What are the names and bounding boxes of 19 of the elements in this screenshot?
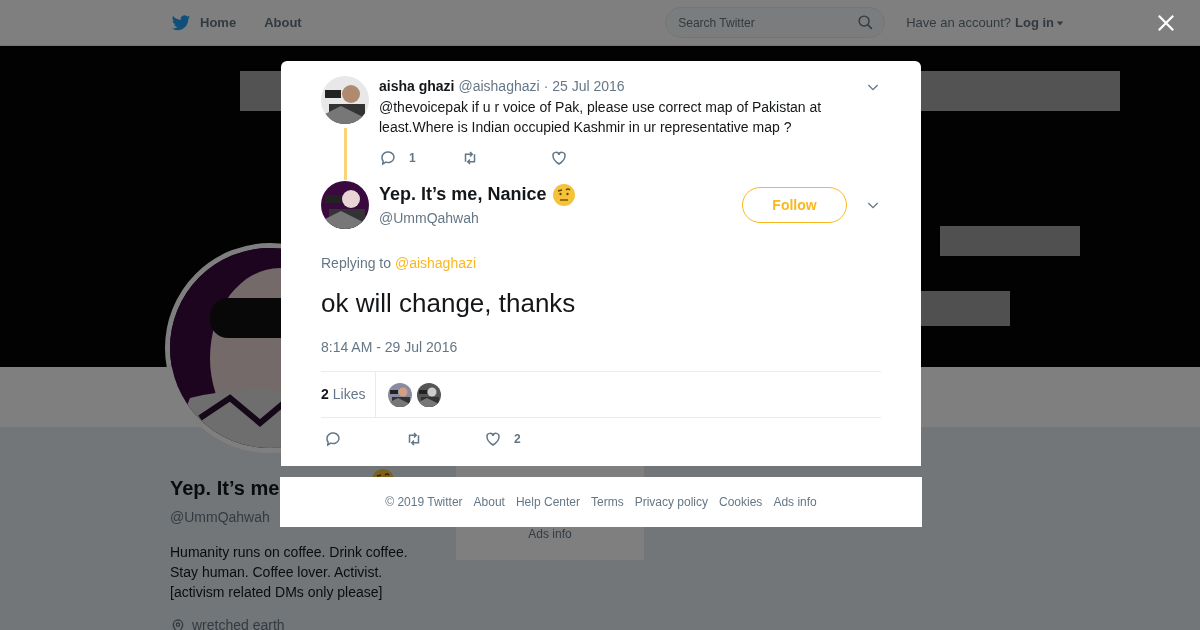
profile-name: Yep. It’s me xyxy=(170,476,280,501)
likes-count-link[interactable]: 2 Likes xyxy=(321,372,377,417)
nav-link[interactable]: Home xyxy=(200,12,237,33)
copyright-link[interactable]: © 2019 Twitter xyxy=(385,493,463,511)
footer-link[interactable]: Help Center xyxy=(515,493,580,511)
ads-info-link[interactable]: Ads info xyxy=(528,525,572,543)
profile-handle: @UmmQahwah xyxy=(170,508,271,527)
footer-link[interactable]: About xyxy=(473,493,505,511)
account-prompt: Have an account? xyxy=(906,13,1011,32)
profile-location: wretched earth xyxy=(192,616,285,630)
footer-link[interactable]: Cookies xyxy=(719,493,763,511)
footer-link[interactable]: Ads info xyxy=(773,493,817,511)
search-field[interactable]: Search Twitter xyxy=(665,7,886,38)
footer-link[interactable]: Privacy policy xyxy=(634,493,708,511)
footer-link[interactable]: Terms xyxy=(591,493,624,511)
profile-bio: Humanity runs on coffee. Drink coffee. Stay human. Coffee lover. Activist. [activism related DMs only please] xyxy=(170,543,409,602)
like-count: 2 xyxy=(514,431,521,448)
nav-link[interactable]: About xyxy=(264,12,302,33)
login-link[interactable]: Log in xyxy=(1015,12,1064,33)
